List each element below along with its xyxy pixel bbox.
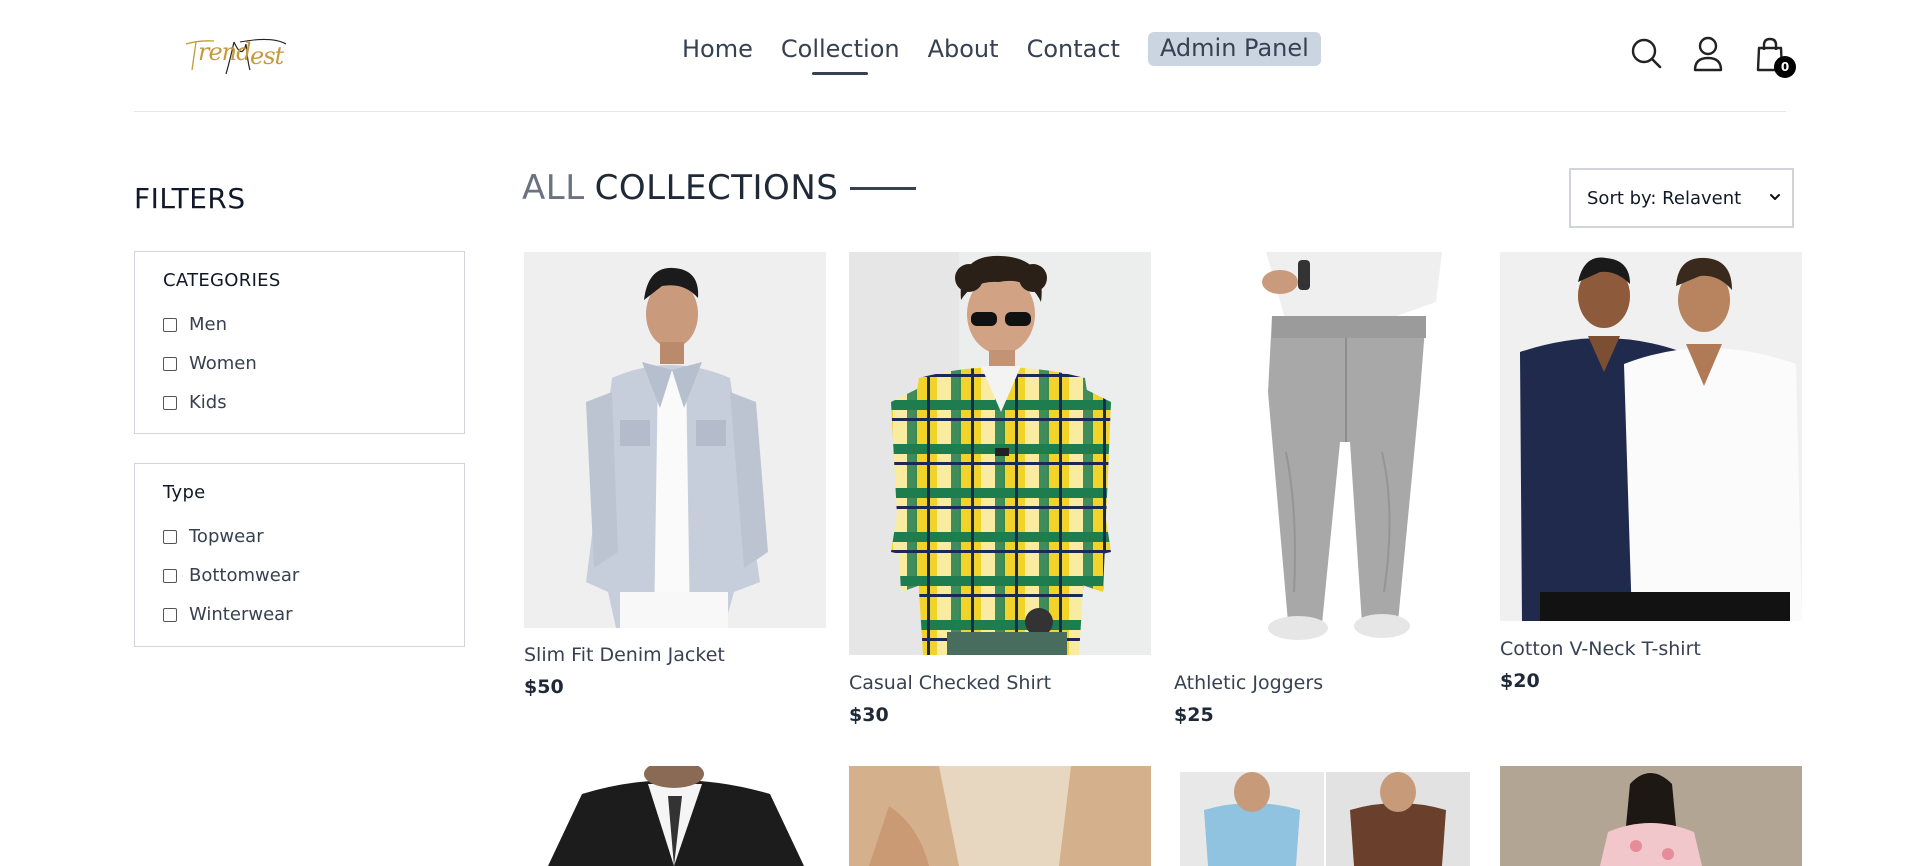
type-heading: Type [163,482,206,503]
collections-title-main: COLLECTIONS [594,168,839,208]
nav-home[interactable]: Home [682,35,753,63]
logo-text: rend [198,38,251,66]
filter-option-label: Winterwear [189,604,293,625]
product-price: $30 [849,704,889,726]
product-image[interactable] [849,766,1151,866]
product-image[interactable] [1500,766,1802,866]
title-underline [850,186,917,190]
product-card[interactable]: Cotton V-Neck T-shirt $20 [1500,252,1802,712]
main-nav: Home Collection About Contact Admin Pane… [682,32,1321,66]
filter-option-topwear[interactable]: Topwear [163,517,464,556]
cart-count-badge: 0 [1774,56,1796,78]
shopping-bag-icon[interactable]: 0 [1754,36,1796,78]
product-image[interactable] [849,252,1151,655]
product-image[interactable] [1174,252,1476,654]
product-price: $25 [1174,704,1214,726]
svg-text:est: est [250,42,285,70]
product-image[interactable] [1174,766,1476,866]
site-header: rend est Home Collection About Contact A… [134,0,1796,112]
type-filter: Type Topwear Bottomwear Winterwear [134,463,465,647]
checkbox[interactable] [163,568,177,583]
filters-title[interactable]: FILTERS [134,182,246,215]
product-name[interactable]: Athletic Joggers [1174,672,1323,694]
filter-option-label: Men [189,314,228,335]
search-icon[interactable] [1630,36,1662,70]
sort-select[interactable]: Sort by: Relavent [1569,168,1794,228]
filter-option-label: Topwear [189,526,264,547]
filter-option-label: Kids [189,392,227,413]
site-logo[interactable]: rend est [180,30,290,82]
filter-option-bottomwear[interactable]: Bottomwear [163,556,464,595]
nav-collection[interactable]: Collection [781,35,900,63]
collections-title: ALL COLLECTIONS [522,168,917,208]
product-card[interactable] [524,766,826,866]
checkbox[interactable] [163,607,177,622]
product-image[interactable] [524,766,826,866]
nav-about[interactable]: About [928,35,999,63]
filter-option-label: Women [189,353,257,374]
checkbox[interactable] [163,356,177,371]
product-price: $50 [524,676,564,698]
collections-title-all: ALL [522,168,585,208]
filter-option-women[interactable]: Women [163,344,464,383]
checkbox[interactable] [163,395,177,410]
product-name[interactable]: Casual Checked Shirt [849,672,1051,694]
user-icon[interactable] [1692,36,1724,72]
nav-contact[interactable]: Contact [1027,35,1120,63]
header-actions: 0 [1630,36,1796,78]
checkbox[interactable] [163,317,177,332]
categories-heading: CATEGORIES [163,270,281,291]
product-card[interactable] [1174,766,1476,866]
chevron-down-icon [1770,194,1780,200]
categories-filter: CATEGORIES Men Women Kids [134,251,465,434]
product-card[interactable] [1500,766,1802,866]
product-card[interactable] [849,766,1151,866]
product-card[interactable]: Casual Checked Shirt $30 [849,252,1151,732]
sort-select-value: Sort by: Relavent [1587,188,1742,209]
checkbox[interactable] [163,529,177,544]
filter-option-label: Bottomwear [189,565,300,586]
product-card[interactable]: Athletic Joggers $25 [1174,252,1476,732]
filter-option-winterwear[interactable]: Winterwear [163,595,464,634]
product-name[interactable]: Cotton V-Neck T-shirt [1500,638,1701,660]
filter-option-kids[interactable]: Kids [163,383,464,422]
product-image[interactable] [524,252,826,628]
filter-option-men[interactable]: Men [163,305,464,344]
admin-panel-button[interactable]: Admin Panel [1147,32,1321,66]
product-card[interactable]: Slim Fit Denim Jacket $50 [524,252,826,712]
product-price: $20 [1500,670,1540,692]
product-image[interactable] [1500,252,1802,621]
product-name[interactable]: Slim Fit Denim Jacket [524,644,725,666]
